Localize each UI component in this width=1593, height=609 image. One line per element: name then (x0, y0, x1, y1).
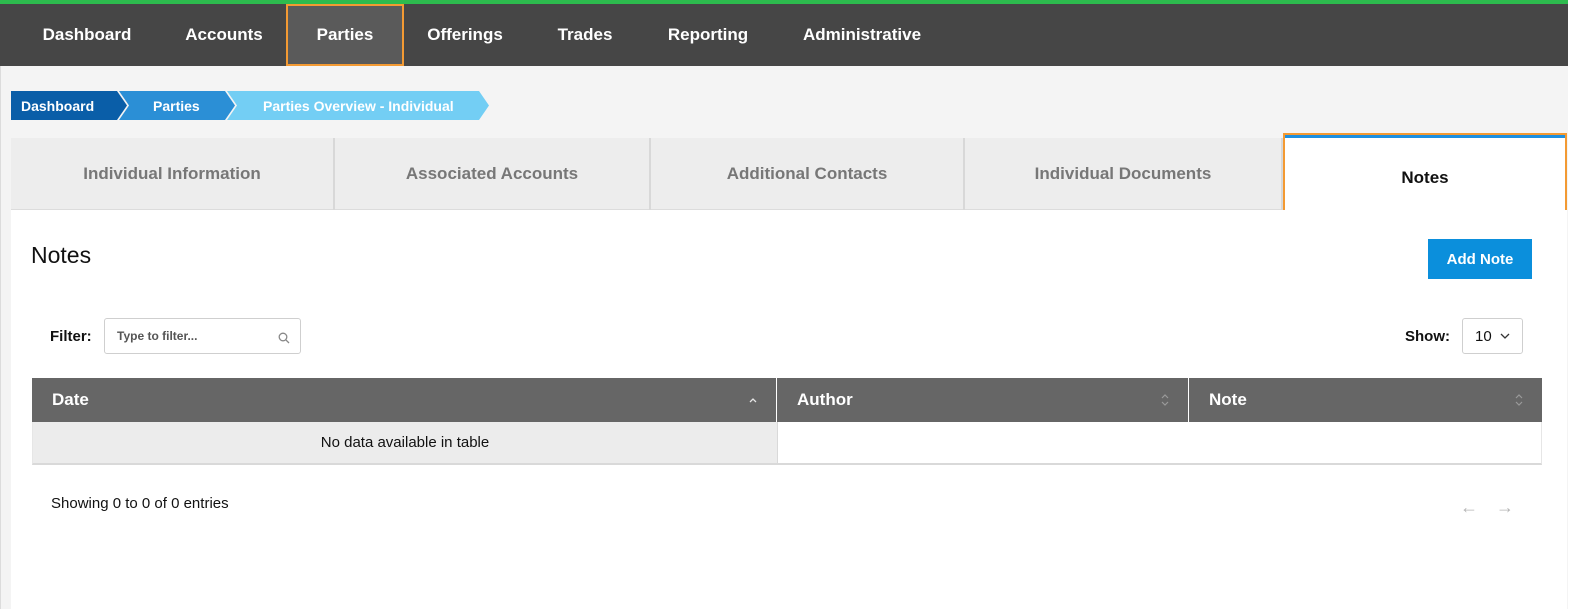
tab-additional-contacts[interactable]: Additional Contacts (651, 138, 965, 210)
filter-input[interactable] (105, 319, 275, 353)
nav-item-dashboard[interactable]: Dashboard (0, 4, 174, 66)
tab-bar: Individual Information Associated Accoun… (11, 133, 1567, 218)
nav-item-offerings[interactable]: Offerings (404, 4, 526, 66)
notes-panel: Notes Add Note Filter: Show: 10 Date Aut… (11, 210, 1567, 609)
sort-asc-icon (749, 398, 757, 403)
top-navigation-bar: Dashboard Accounts Parties Offerings Tra… (0, 0, 1568, 66)
filter-label: Filter: (50, 328, 92, 345)
tab-individual-information[interactable]: Individual Information (11, 138, 335, 210)
breadcrumb: Dashboard Parties Parties Overview - Ind… (11, 91, 489, 120)
nav-item-reporting[interactable]: Reporting (644, 4, 772, 66)
column-header-author[interactable]: Author (777, 378, 1189, 422)
tab-individual-documents[interactable]: Individual Documents (965, 138, 1283, 210)
table-row: No data available in table (32, 422, 1542, 465)
column-header-label: Note (1209, 390, 1247, 409)
previous-page-icon[interactable]: ← (1460, 497, 1478, 518)
table-header: Date Author Note (32, 378, 1542, 422)
column-header-label: Author (797, 390, 853, 409)
filter-field (104, 318, 301, 354)
sort-icon (1161, 394, 1169, 406)
breadcrumb-item-parties-overview: Parties Overview - Individual (227, 91, 489, 120)
column-header-label: Date (52, 390, 89, 409)
notes-table: Date Author Note No data available in ta… (32, 378, 1542, 465)
empty-table-message: No data available in table (33, 422, 778, 463)
page-size-select[interactable]: 10 (1462, 318, 1523, 354)
chevron-down-icon (1500, 333, 1510, 339)
table-cell (778, 422, 1541, 463)
show-label: Show: (1405, 328, 1450, 345)
breadcrumb-item-parties[interactable]: Parties (119, 91, 235, 120)
tab-associated-accounts[interactable]: Associated Accounts (335, 138, 651, 210)
tab-notes[interactable]: Notes (1283, 133, 1567, 218)
panel-title: Notes (31, 242, 92, 268)
column-header-date[interactable]: Date (32, 378, 777, 422)
nav-item-parties[interactable]: Parties (286, 4, 404, 66)
column-header-note[interactable]: Note (1189, 378, 1542, 422)
next-page-icon[interactable]: → (1496, 497, 1514, 518)
page-size-value: 10 (1475, 327, 1492, 345)
sort-icon (1515, 394, 1523, 406)
nav-item-trades[interactable]: Trades (526, 4, 644, 66)
nav-item-administrative[interactable]: Administrative (772, 4, 952, 66)
pagination: ← → (1460, 497, 1514, 518)
add-note-button[interactable]: Add Note (1428, 239, 1532, 279)
search-icon (278, 332, 290, 344)
nav-item-accounts[interactable]: Accounts (174, 4, 274, 66)
breadcrumb-item-dashboard[interactable]: Dashboard (11, 91, 127, 120)
table-info: Showing 0 to 0 of 0 entries (51, 495, 229, 512)
